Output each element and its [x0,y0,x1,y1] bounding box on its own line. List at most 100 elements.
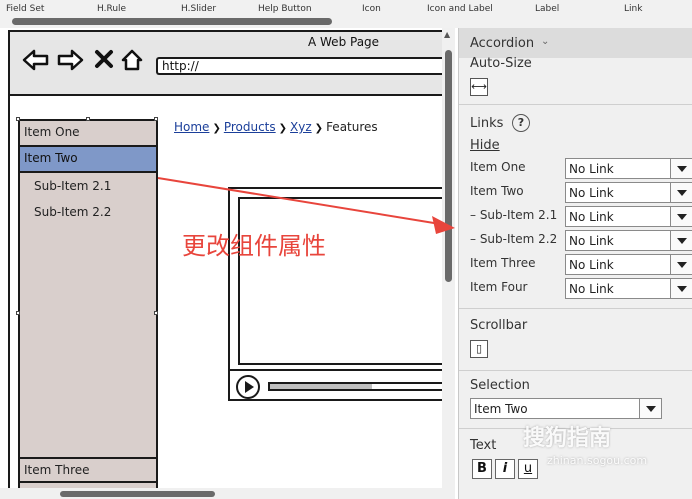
link-select-item-three[interactable]: No Link [565,254,692,275]
italic-button[interactable]: i [495,459,515,479]
dropdown-arrow-icon[interactable] [670,159,692,178]
close-icon[interactable] [94,48,114,70]
scroll-up-arrow-icon[interactable]: ▲ [444,30,450,39]
video-controls [230,369,455,399]
resize-handle[interactable] [154,117,158,121]
breadcrumb-home-link[interactable]: Home [174,120,209,134]
url-input[interactable]: http:// [156,57,455,75]
dropdown-arrow-icon[interactable] [670,207,692,226]
dropdown-arrow-icon[interactable] [670,183,692,202]
dropdown-arrow-icon[interactable] [670,231,692,250]
forward-arrow-icon[interactable] [56,48,84,72]
video-progress-bar[interactable] [268,382,455,391]
canvas-horizontal-scrollbar[interactable] [0,488,442,499]
link-row-label: Item Four [470,280,528,294]
link-row-label: Item Three [470,256,536,270]
selection-select[interactable]: Item Two [470,398,662,419]
watermark-brand: 搜狗指南 [523,426,612,451]
strip-item-link[interactable]: Link [624,4,642,14]
url-text: http:// [162,59,199,73]
link-select-sub-item-2-2[interactable]: No Link [565,230,692,251]
section-divider [459,308,692,309]
dropdown-arrow-icon[interactable] [639,399,661,418]
strip-item-label[interactable]: Label [535,4,559,14]
strip-item-field-set[interactable]: Field Set [6,4,44,14]
link-select-value: No Link [569,282,614,296]
resize-handle[interactable] [16,311,20,315]
strip-item-help-button[interactable]: Help Button [258,4,312,14]
link-select-value: No Link [569,186,614,200]
watermark: 搜狗指南 zhinan.sogou.com [523,420,692,467]
video-player[interactable] [228,187,455,401]
home-icon[interactable] [120,48,144,72]
accordion-item-two[interactable]: Item Two [20,147,156,173]
canvas-vertical-scrollbar-thumb[interactable] [445,50,452,282]
link-row-label: – Sub-Item 2.2 [470,232,558,246]
text-label: Text [470,438,497,453]
play-icon[interactable] [236,375,260,399]
strip-item-icon[interactable]: Icon [362,4,381,14]
chevron-right-icon: ❯ [314,123,324,134]
selection-value: Item Two [474,402,528,416]
chevron-right-icon: ❯ [212,123,221,134]
link-row-label: Item Two [470,184,524,198]
hide-link[interactable]: Hide [470,138,500,153]
breadcrumb: Home ❯ Products ❯ Xyz ❯ Features [174,120,378,134]
resize-handle[interactable] [86,117,90,121]
annotation-text: 更改组件属性 [182,232,326,260]
accordion-sub-item-2-2[interactable]: Sub-Item 2.2 [34,205,111,219]
scrollbar-toggle-icon[interactable]: ▯ [470,340,488,358]
back-arrow-icon[interactable] [22,48,50,72]
browser-toolbar: A Web Page http:// [10,32,455,96]
links-label: Links [470,116,504,131]
link-select-item-four[interactable]: No Link [565,278,692,299]
accordion-item-one[interactable]: Item One [20,121,156,147]
auto-size-label: Auto-Size [470,56,532,71]
breadcrumb-xyz-link[interactable]: Xyz [290,120,312,134]
link-select-value: No Link [569,234,614,248]
canvas-horizontal-scrollbar-thumb[interactable] [60,491,215,497]
browser-title: A Web Page [308,35,380,49]
properties-panel: Accordion ⌄ Auto-Size ⟷ Links ? Hide Ite… [458,28,692,499]
accordion[interactable]: Item One Item Two Sub-Item 2.1 Sub-Item … [16,117,158,499]
strip-item-hrule[interactable]: H.Rule [97,4,126,14]
link-select-value: No Link [569,258,614,272]
video-progress-fill [270,384,373,389]
link-select-sub-item-2-1[interactable]: No Link [565,206,692,227]
help-icon[interactable]: ? [512,114,530,132]
component-strip: Field Set H.Rule H.Slider Help Button Ic… [0,0,692,28]
link-select-value: No Link [569,162,614,176]
video-screen [238,197,455,365]
accordion-sub-item-2-1[interactable]: Sub-Item 2.1 [34,179,111,193]
browser-mockup[interactable]: A Web Page http:// Item One Item Two Sub… [8,30,455,499]
scrollbar-label: Scrollbar [470,318,528,333]
link-row-label: – Sub-Item 2.1 [470,208,558,222]
section-divider [459,370,692,371]
chevron-right-icon: ❯ [278,123,288,134]
strip-item-icon-and-label[interactable]: Icon and Label [427,4,493,14]
design-canvas[interactable]: A Web Page http:// Item One Item Two Sub… [0,28,455,499]
link-select-item-two[interactable]: No Link [565,182,692,203]
auto-size-width-icon[interactable]: ⟷ [470,78,488,96]
dropdown-arrow-icon[interactable] [670,279,692,298]
strip-item-hslider[interactable]: H.Slider [181,4,216,14]
link-row-label: Item One [470,160,526,174]
accordion-item-three[interactable]: Item Three [20,457,156,483]
strip-scrollbar-thumb[interactable] [12,18,332,25]
breadcrumb-products-link[interactable]: Products [224,120,276,134]
panel-title: Accordion [470,36,535,51]
section-divider [459,104,692,105]
breadcrumb-current: Features [326,120,378,134]
link-select-value: No Link [569,210,614,224]
strip-scrollbar[interactable] [0,18,692,26]
bold-button[interactable]: B [472,459,492,479]
canvas-vertical-scrollbar[interactable]: ▲ [442,28,455,499]
link-select-item-one[interactable]: No Link [565,158,692,179]
selection-label: Selection [470,378,530,393]
resize-handle[interactable] [154,311,158,315]
resize-handle[interactable] [16,117,20,121]
chevron-down-icon[interactable]: ⌄ [541,36,549,47]
watermark-url: zhinan.sogou.com [547,454,648,467]
panel-header[interactable]: Accordion ⌄ [459,28,692,58]
dropdown-arrow-icon[interactable] [670,255,692,274]
